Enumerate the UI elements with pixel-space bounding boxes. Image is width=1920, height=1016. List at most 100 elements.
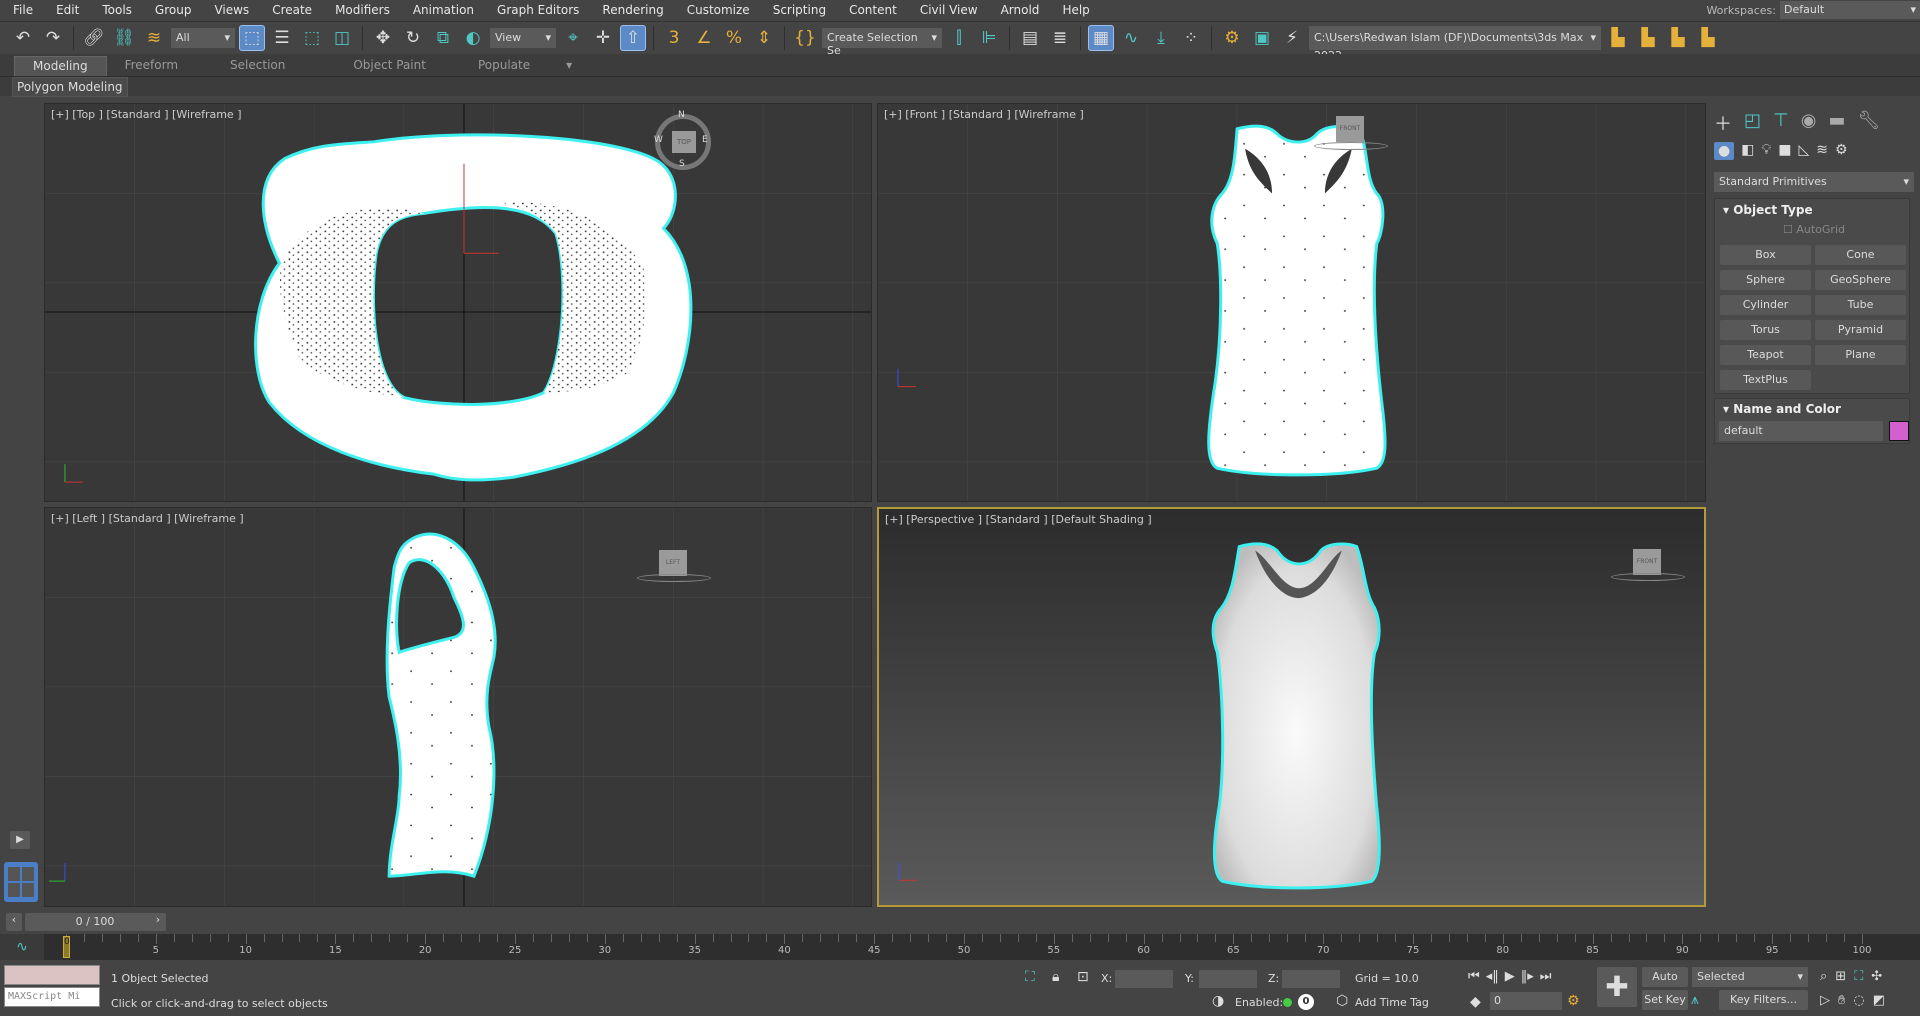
utilities-tab-icon[interactable]: 🔧︎	[1857, 110, 1880, 136]
viewport-label[interactable]: [+] [Left ] [Standard ] [Wireframe ]	[51, 512, 244, 525]
polygon-modeling-panel[interactable]: Polygon Modeling	[12, 77, 128, 97]
plane-button[interactable]: Plane	[1815, 345, 1906, 365]
rotate-icon[interactable]: ↻	[400, 25, 426, 51]
field-of-view-icon[interactable]: ▷	[1820, 993, 1830, 1008]
schematic-view-icon[interactable]: ⤓	[1148, 25, 1174, 51]
pan-icon[interactable]: ✋︎	[1838, 993, 1845, 1008]
teapot-button[interactable]: Teapot	[1720, 345, 1811, 365]
viewport-label[interactable]: [+] [Front ] [Standard ] [Wireframe ]	[884, 108, 1084, 121]
hierarchy-tab-icon[interactable]: ⊤	[1773, 110, 1789, 136]
play-icon[interactable]: ▶	[1505, 969, 1515, 984]
edit-named-selection-icon[interactable]: {}	[792, 25, 818, 51]
selection-filter-dropdown[interactable]: All ▾	[171, 27, 235, 48]
track-bar[interactable]: 5 10 15 20 25 30 35 40 45 50 55 60 65 70 75 80 85 90 95 100…	[44, 934, 1920, 960]
key-filters-button[interactable]: Key Filters...	[1719, 990, 1808, 1010]
viewport-label[interactable]: [+] [Perspective ] [Standard ] [Default …	[885, 513, 1152, 526]
tab-populate[interactable]: Populate	[460, 56, 548, 76]
set-keys-button[interactable]: ✚	[1597, 967, 1637, 1007]
tab-modeling[interactable]: Modeling	[14, 56, 107, 76]
menu-scripting[interactable]: Scripting	[760, 3, 836, 17]
time-tag-icon[interactable]: ⬡	[1336, 993, 1348, 1009]
select-by-name-icon[interactable]: ☰	[269, 25, 295, 51]
cameras-icon[interactable]: ■	[1778, 142, 1791, 160]
torus-button[interactable]: Torus	[1720, 320, 1811, 340]
menu-graph-editors[interactable]: Graph Editors	[484, 3, 589, 17]
maximize-viewport-icon[interactable]: ◩	[1873, 993, 1885, 1008]
viewcube[interactable]: FRONT	[1633, 549, 1661, 575]
isolate-selection-icon[interactable]: ⛶	[1025, 969, 1035, 985]
keyboard-shortcut-override-icon[interactable]: ⇧	[620, 24, 646, 51]
prev-frame-button[interactable]: ‹	[6, 913, 22, 931]
next-frame-icon[interactable]: ‖▸	[1521, 969, 1534, 984]
set-key-button[interactable]: Set Key	[1642, 990, 1688, 1010]
project-folder-icon[interactable]: ▙	[1635, 25, 1661, 51]
menu-content[interactable]: Content	[836, 3, 907, 17]
select-manipulate-icon[interactable]: ✛	[590, 25, 616, 51]
undo-icon[interactable]: ↶	[10, 25, 36, 51]
tab-object-paint[interactable]: Object Paint	[319, 56, 460, 76]
material-editor-icon[interactable]: ⁘	[1178, 25, 1204, 51]
tube-button[interactable]: Tube	[1815, 295, 1906, 315]
maxscript-listener-output[interactable]	[4, 965, 100, 985]
window-crossing-icon[interactable]: ◫	[329, 25, 355, 51]
menu-help[interactable]: Help	[1049, 3, 1099, 17]
menu-tools[interactable]: Tools	[89, 3, 142, 17]
named-selection-dropdown[interactable]: Create Selection Se ▾	[822, 27, 942, 57]
absolute-mode-icon[interactable]: ⊡	[1077, 969, 1089, 985]
angle-snap-icon[interactable]: ∠	[691, 25, 717, 51]
rendered-frame-window-icon[interactable]: ▣	[1249, 25, 1275, 51]
bind-space-warp-icon[interactable]: ≋	[141, 25, 167, 51]
render-production-icon[interactable]: ⚡	[1279, 25, 1305, 51]
select-object-icon[interactable]: ⬚	[239, 24, 265, 51]
menu-file[interactable]: File	[0, 3, 43, 17]
link-icon[interactable]: 🔗︎	[81, 25, 107, 51]
zoom-all-icon[interactable]: ⊞	[1835, 969, 1846, 984]
go-to-start-icon[interactable]: ⏮	[1468, 969, 1480, 984]
auto-key-button[interactable]: Auto Key	[1642, 967, 1688, 1003]
snap-3d-icon[interactable]: 3	[661, 25, 687, 51]
time-tag-count[interactable]: 0	[1298, 994, 1314, 1010]
menu-arnold[interactable]: Arnold	[988, 3, 1050, 17]
zoom-extents-all-icon[interactable]: ✣	[1871, 969, 1882, 984]
viewport-label[interactable]: [+] [Top ] [Standard ] [Wireframe ]	[51, 108, 242, 121]
display-tab-icon[interactable]: ▬	[1828, 110, 1845, 136]
menu-civil-view[interactable]: Civil View	[907, 3, 988, 17]
layer-explorer-icon[interactable]: ≣	[1047, 25, 1073, 51]
align-icon[interactable]: ⊫	[976, 25, 1002, 51]
object-color-swatch[interactable]	[1889, 421, 1909, 441]
project-settings-icon[interactable]: ▙	[1605, 25, 1631, 51]
viewport-layout-icon[interactable]	[4, 862, 38, 902]
box-button[interactable]: Box	[1720, 245, 1811, 265]
redo-icon[interactable]: ↷	[40, 25, 66, 51]
unlink-icon[interactable]: ⛓	[111, 25, 137, 51]
viewport-perspective[interactable]: [+] [Perspective ] [Standard ] [Default …	[877, 507, 1706, 907]
pyramid-button[interactable]: Pyramid	[1815, 320, 1906, 340]
place-icon[interactable]: ◐	[460, 25, 486, 51]
systems-icon[interactable]: ⚙	[1835, 142, 1848, 160]
go-to-end-icon[interactable]: ⏭	[1540, 969, 1552, 984]
orbit-icon[interactable]: ◌	[1853, 993, 1864, 1008]
menu-edit[interactable]: Edit	[43, 3, 89, 17]
current-frame-marker[interactable]: 0	[63, 936, 70, 958]
curve-editor-toggle-icon[interactable]: ∿	[0, 934, 44, 960]
zoom-extents-icon[interactable]: ⛶	[1854, 969, 1863, 984]
add-time-tag[interactable]: Add Time Tag	[1355, 996, 1429, 1009]
pivot-center-icon[interactable]: ⌖	[560, 25, 586, 51]
move-icon[interactable]: ✥	[370, 25, 396, 51]
workspaces-dropdown[interactable]: Default ▾	[1780, 1, 1920, 19]
viewcube-ring[interactable]	[1611, 573, 1685, 581]
mirror-icon[interactable]: ⫿	[946, 25, 972, 51]
z-coordinate-input[interactable]	[1282, 970, 1340, 988]
helpers-icon[interactable]: ◺	[1799, 142, 1810, 160]
current-frame-input[interactable]: 0	[1490, 992, 1562, 1010]
modify-tab-icon[interactable]: ◰	[1744, 110, 1761, 136]
x-coordinate-input[interactable]	[1115, 970, 1173, 988]
key-mode-toggle-icon[interactable]: ◆	[1470, 994, 1481, 1010]
viewport-top[interactable]: [+] [Top ] [Standard ] [Wireframe ] TOP …	[44, 103, 872, 502]
name-and-color-header[interactable]: ▾ Name and Color	[1723, 402, 1841, 416]
geosphere-button[interactable]: GeoSphere	[1815, 270, 1906, 290]
project-path-dropdown[interactable]: C:\Users\Redwan Islam (DF)\Documents\3ds…	[1309, 25, 1601, 62]
spinner-snap-icon[interactable]: ⇕	[751, 25, 777, 51]
tab-freeform[interactable]: Freeform	[107, 56, 196, 76]
render-setup-icon[interactable]: ⚙	[1219, 25, 1245, 51]
